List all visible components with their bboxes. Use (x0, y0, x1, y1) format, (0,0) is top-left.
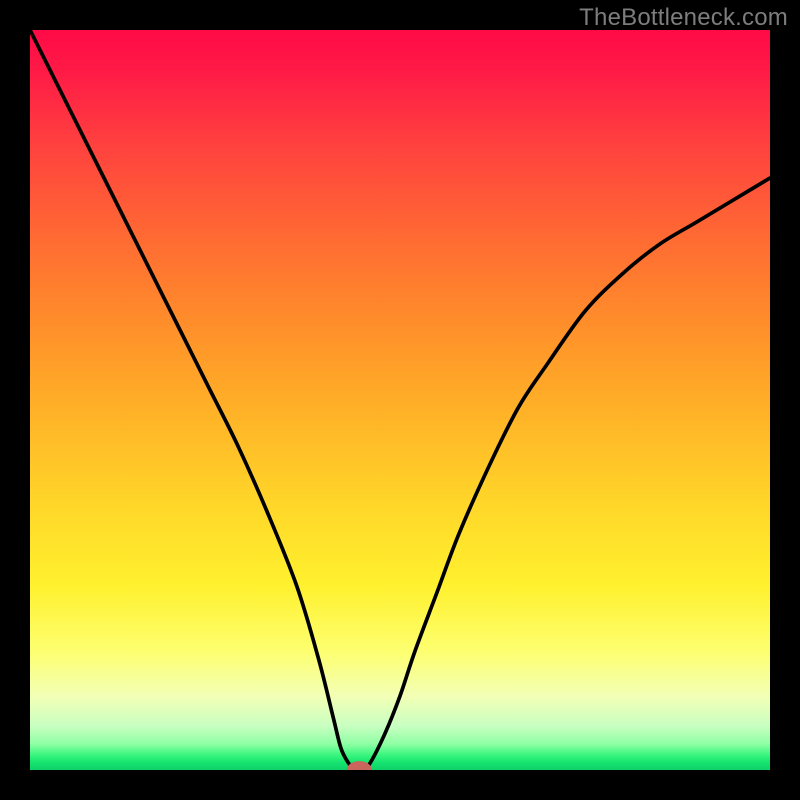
watermark-text: TheBottleneck.com (579, 4, 788, 32)
plot-area (30, 30, 770, 770)
curve-path (30, 30, 770, 770)
chart-frame: TheBottleneck.com (0, 0, 800, 800)
optimal-point-marker (347, 762, 371, 770)
bottleneck-curve (30, 30, 770, 770)
